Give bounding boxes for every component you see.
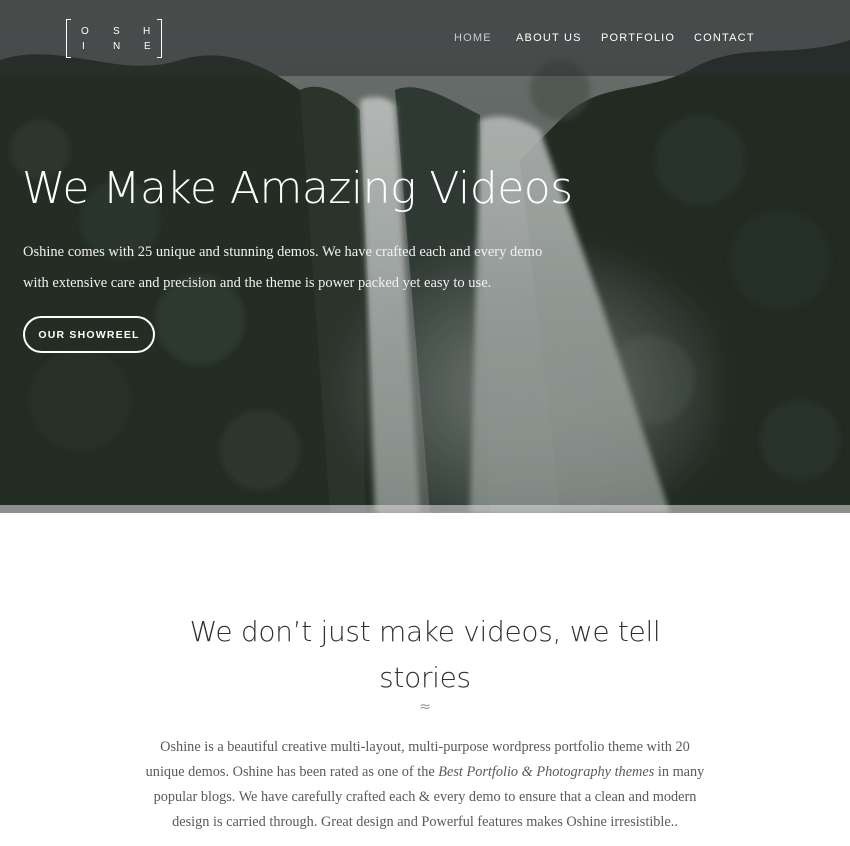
main-menu: HOME ABOUT US PORTFOLIO CONTACT xyxy=(0,32,850,46)
wave-icon: ≈ xyxy=(419,699,431,715)
intro-title-line-2: stories xyxy=(379,661,471,694)
intro-title: We don’t just make videos, we tell stori… xyxy=(150,609,700,701)
intro-description: Oshine is a beautiful creative multi-lay… xyxy=(140,735,710,835)
hero-description: Oshine comes with 25 unique and stunning… xyxy=(23,244,543,291)
nav-item-contact[interactable]: CONTACT xyxy=(694,32,755,44)
nav-item-home[interactable]: HOME xyxy=(454,32,492,44)
nav-item-about-us[interactable]: ABOUT US xyxy=(516,32,582,44)
hero-title: We Make Amazing Videos xyxy=(22,163,573,214)
intro-section: We don’t just make videos, we tell stori… xyxy=(0,513,850,846)
top-navigation-bar: O S H I N E HOME ABOUT US PORTFOLIO CONT… xyxy=(0,0,850,76)
hero-section: O S H I N E HOME ABOUT US PORTFOLIO CONT… xyxy=(0,0,850,513)
nav-item-portfolio[interactable]: PORTFOLIO xyxy=(601,32,675,44)
intro-text-emphasis: Best Portfolio & Photography themes xyxy=(438,764,655,780)
showreel-button[interactable]: OUR SHOWREEL xyxy=(23,316,155,353)
intro-title-line-1: We don’t just make videos, we tell xyxy=(189,615,661,648)
